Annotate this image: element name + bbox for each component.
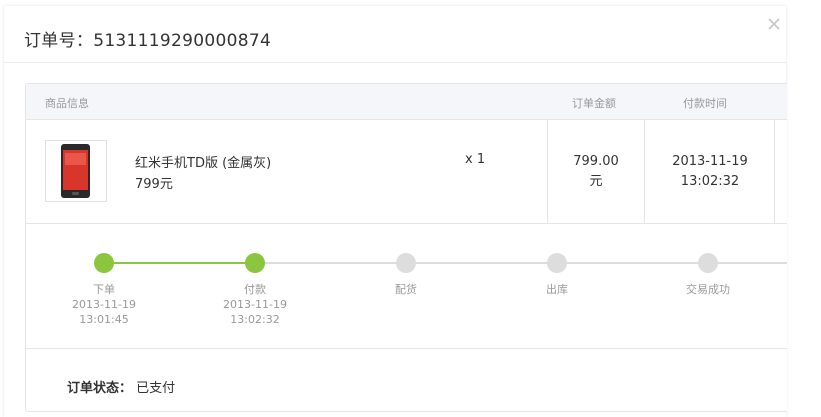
table-header: 商品信息 订单金额 付款时间 — [26, 84, 787, 120]
step-dot-payment — [245, 253, 265, 273]
progress-track-done — [104, 262, 255, 264]
order-status: 订单状态： 已支付 — [67, 377, 175, 396]
header-pay-time: 付款时间 — [683, 97, 727, 110]
product-quantity: x 1 — [465, 152, 486, 167]
step-date: 2013-11-19 — [223, 298, 287, 311]
step-dot-complete — [698, 253, 718, 273]
step-picking: 配货 — [356, 282, 456, 297]
status-label: 订单状态： — [67, 381, 133, 396]
status-value: 已支付 — [136, 381, 176, 396]
amount-unit: 元 — [589, 174, 603, 189]
order-table: 商品信息 订单金额 付款时间 红米手机TD版 (金属灰) 799元 x 1 79… — [25, 83, 787, 412]
column-divider — [774, 120, 775, 223]
pay-time: 2013-11-19 13:02:32 — [645, 152, 775, 192]
product-name[interactable]: 红米手机TD版 (金属灰) — [135, 152, 271, 171]
product-price: 799元 — [135, 177, 173, 192]
table-row: 红米手机TD版 (金属灰) 799元 x 1 799.00 元 2013-11-… — [26, 120, 787, 224]
step-complete: 交易成功 — [658, 282, 758, 297]
dialog-header: 订单号：5131119290000874 — [4, 6, 786, 63]
step-payment: 付款 2013-11-19 13:02:32 — [205, 282, 305, 327]
order-amount: 799.00 元 — [548, 152, 644, 192]
step-dot-shipped — [547, 253, 567, 273]
pay-clock: 13:02:32 — [680, 174, 740, 189]
amount-value: 799.00 — [573, 154, 619, 169]
step-label: 交易成功 — [686, 283, 730, 296]
step-date: 2013-11-19 — [72, 298, 136, 311]
step-time: 13:02:32 — [230, 313, 280, 326]
step-time: 13:01:45 — [79, 313, 129, 326]
order-progress: 下单 2013-11-19 13:01:45 付款 2013-11-19 13:… — [26, 224, 787, 349]
header-amount: 订单金额 — [572, 97, 616, 110]
order-detail-dialog: 订单号：5131119290000874 商品信息 订单金额 付款时间 红米手机… — [4, 6, 787, 417]
product-image[interactable] — [45, 140, 107, 202]
step-order: 下单 2013-11-19 13:01:45 — [54, 282, 154, 327]
step-label: 配货 — [395, 283, 417, 296]
step-dot-order — [94, 253, 114, 273]
step-label: 出库 — [546, 283, 568, 296]
header-product: 商品信息 — [45, 97, 89, 110]
order-number-title: 订单号：5131119290000874 — [24, 31, 272, 51]
close-icon[interactable] — [767, 16, 781, 30]
step-label: 付款 — [244, 283, 266, 296]
pay-date: 2013-11-19 — [672, 154, 748, 169]
step-label: 下单 — [93, 283, 115, 296]
step-dot-picking — [396, 253, 416, 273]
step-shipped: 出库 — [507, 282, 607, 297]
